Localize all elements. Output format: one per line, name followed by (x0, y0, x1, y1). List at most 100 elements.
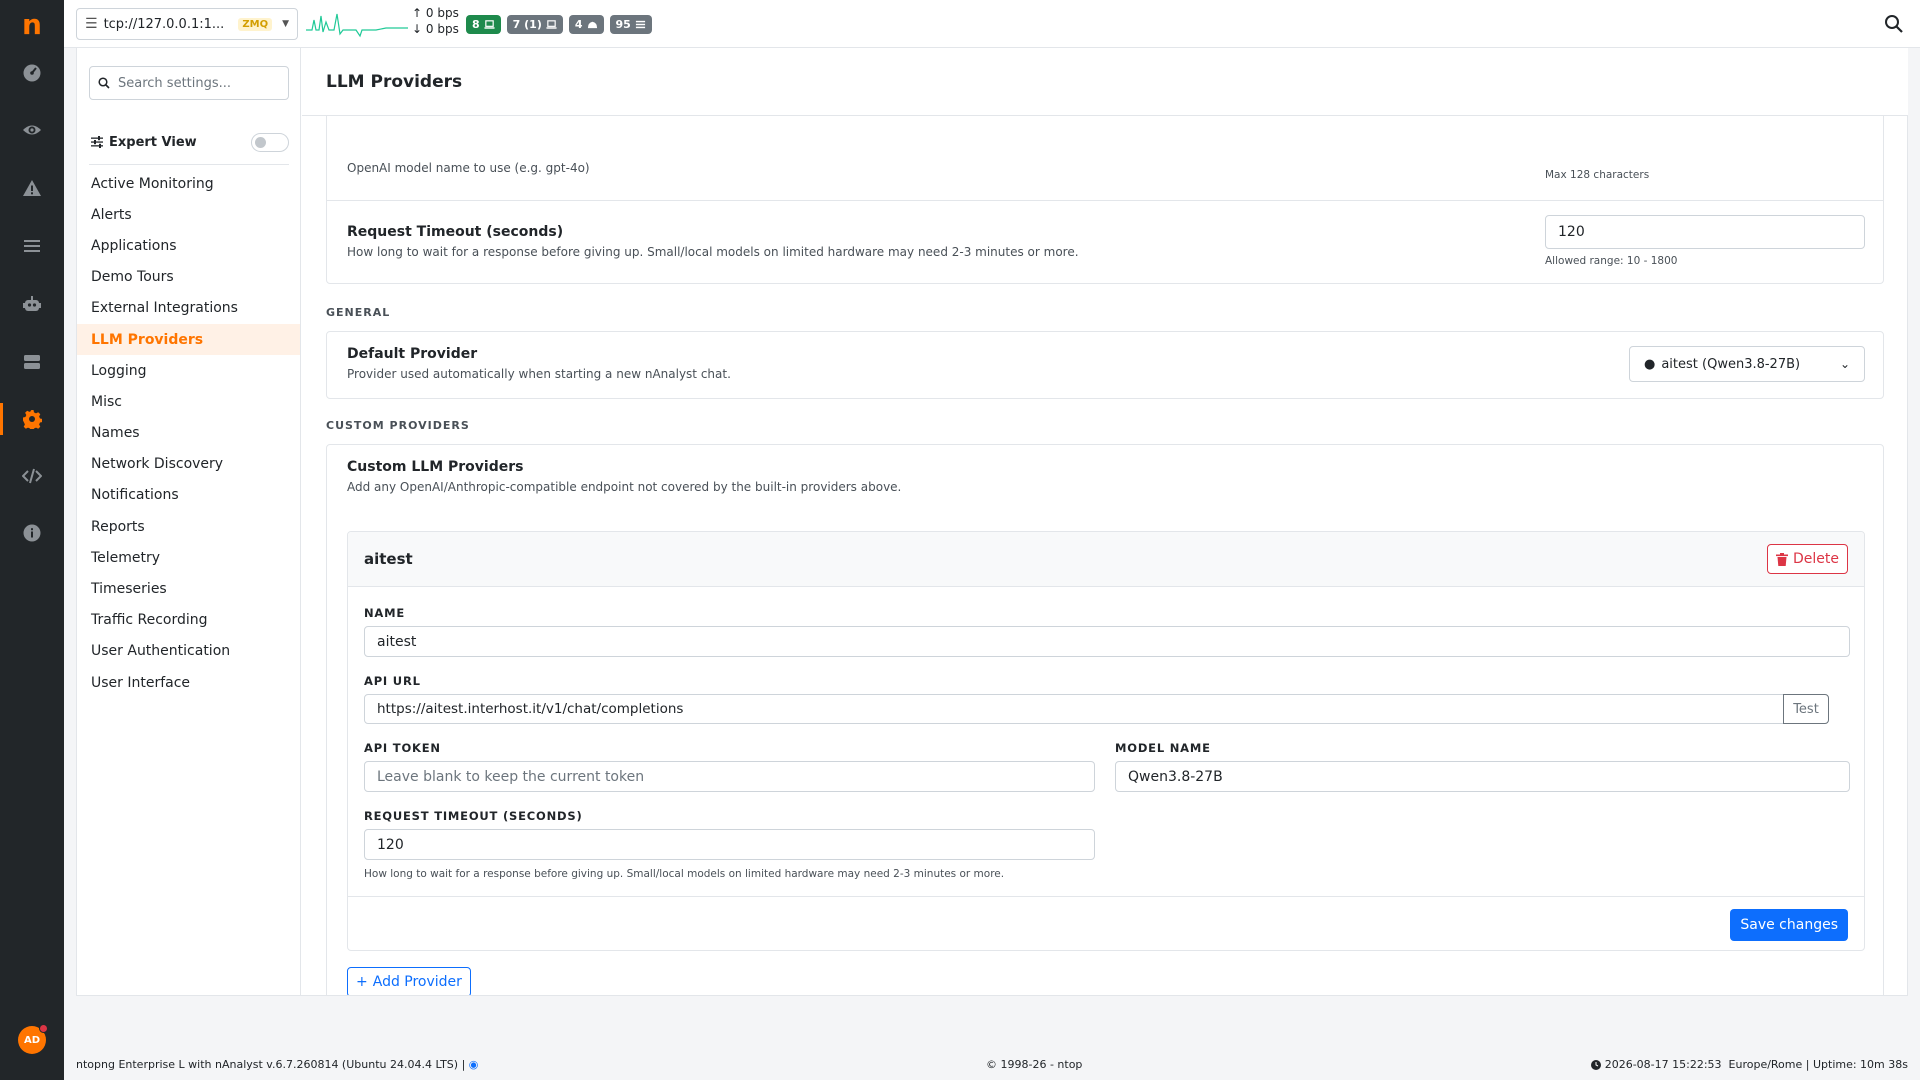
badge-count: 4 (574, 18, 583, 31)
info-icon[interactable] (0, 513, 64, 553)
add-provider-button[interactable]: + Add Provider (347, 967, 471, 995)
chevron-down-icon: ⌄ (1839, 357, 1850, 371)
nav-item-user-interface[interactable]: User Interface (77, 667, 300, 698)
trash-icon (1776, 552, 1788, 566)
default-provider-description: Provider used automatically when startin… (347, 367, 731, 381)
dashboard-icon[interactable] (0, 53, 64, 93)
host-badges: 8 7 (1) 4 95 (466, 15, 652, 34)
provider-card-aitest: aitest Delete NAME aitest API URL https:… (347, 531, 1865, 951)
local-hosts-badge[interactable]: 8 (466, 15, 501, 34)
devices-badge[interactable]: 4 (568, 15, 604, 34)
expert-view-toggle[interactable] (251, 133, 289, 152)
menu-icon: ☰ (85, 16, 98, 32)
ntop-logo[interactable]: n (0, 8, 64, 41)
laptop-icon (484, 20, 495, 29)
nav-item-logging[interactable]: Logging (77, 355, 300, 386)
search-icon[interactable] (1884, 14, 1904, 34)
api-url-input[interactable]: https://aitest.interhost.it/v1/chat/comp… (364, 694, 1784, 724)
download-arrow-icon: ↓ (412, 22, 423, 36)
gear-icon[interactable] (0, 399, 64, 439)
api-token-input[interactable]: Leave blank to keep the current token (364, 761, 1095, 792)
list-icon[interactable] (0, 226, 64, 266)
cloud-icon (587, 21, 597, 29)
default-provider-title: Default Provider (347, 346, 478, 362)
expert-view-row: Expert View (91, 132, 289, 152)
flows-badge[interactable]: 95 (609, 15, 652, 34)
badge-count: 8 (472, 18, 480, 31)
model-name-input[interactable]: Qwen3.8-27B (1115, 761, 1850, 792)
badge-count: 7 (1) (512, 18, 542, 31)
interface-type-badge: ZMQ (238, 17, 273, 31)
api-url-field-label: API URL (364, 674, 421, 688)
nav-item-telemetry[interactable]: Telemetry (77, 542, 300, 573)
robot-icon: ● (1644, 356, 1656, 372)
eye-icon[interactable] (0, 110, 64, 150)
provider-timeout-input[interactable]: 120 (364, 829, 1095, 860)
nav-item-llm-providers[interactable]: LLM Providers (77, 323, 300, 356)
divider (89, 164, 289, 165)
nav-item-applications[interactable]: Applications (77, 230, 300, 261)
timeout-row-title: Request Timeout (seconds) (347, 224, 564, 240)
user-avatar[interactable]: AD (18, 1024, 48, 1054)
provider-timeout-hint: How long to wait for a response before g… (364, 868, 1005, 880)
nav-item-user-authentication[interactable]: User Authentication (77, 636, 300, 667)
divider (327, 200, 1883, 201)
remote-hosts-badge[interactable]: 7 (1) (506, 15, 563, 34)
save-changes-button[interactable]: Save changes (1730, 909, 1848, 941)
nav-item-names[interactable]: Names (77, 418, 300, 449)
search-icon (98, 77, 110, 89)
footer-version: ntopng Enterprise L with nAnalyst v.6.7.… (76, 1058, 478, 1071)
provider-name-input[interactable]: aitest (364, 626, 1850, 657)
nav-item-timeseries[interactable]: Timeseries (77, 573, 300, 604)
list-icon (635, 20, 645, 29)
nav-item-reports[interactable]: Reports (77, 511, 300, 542)
request-timeout-input[interactable]: 120 (1545, 215, 1865, 249)
version-text: ntopng Enterprise L with nAnalyst v.6.7.… (76, 1058, 466, 1071)
default-provider-select[interactable]: ● aitest (Qwen3.8-27B) ⌄ (1629, 346, 1865, 382)
alert-icon[interactable] (0, 168, 64, 208)
github-icon[interactable]: ◉ (469, 1058, 479, 1071)
clock-icon (1590, 1059, 1601, 1070)
nav-item-notifications[interactable]: Notifications (77, 480, 300, 511)
test-connection-button[interactable]: Test (1783, 694, 1829, 724)
selected-provider: aitest (Qwen3.8-27B) (1661, 356, 1801, 372)
delete-provider-button[interactable]: Delete (1767, 544, 1848, 574)
nav-item-misc[interactable]: Misc (77, 386, 300, 417)
nav-item-traffic-recording[interactable]: Traffic Recording (77, 605, 300, 636)
settings-nav: Search settings... Expert View Active Mo… (77, 48, 301, 995)
nav-item-demo-tours[interactable]: Demo Tours (77, 262, 300, 293)
interface-selector[interactable]: ☰ tcp://127.0.0.1:1... ZMQ ▼ (76, 8, 298, 40)
expert-view-label: Expert View (109, 134, 197, 150)
upload-rate: 0 bps (425, 6, 459, 20)
general-section-label: GENERAL (326, 306, 391, 319)
nav-item-alerts[interactable]: Alerts (77, 199, 300, 230)
notification-dot (39, 1024, 48, 1033)
nav-item-network-discovery[interactable]: Network Discovery (77, 449, 300, 480)
nav-item-external-integrations[interactable]: External Integrations (77, 293, 300, 324)
settings-nav-list: Active Monitoring Alerts Applications De… (77, 168, 300, 698)
settings-panel: Search settings... Expert View Active Mo… (76, 48, 1908, 996)
nav-item-active-monitoring[interactable]: Active Monitoring (77, 168, 300, 199)
laptop-icon (546, 20, 557, 29)
robot-icon[interactable] (0, 284, 64, 324)
server-icon[interactable] (0, 342, 64, 382)
request-timeout-field-label: REQUEST TIMEOUT (SECONDS) (364, 809, 583, 823)
content-header: LLM Providers (302, 48, 1908, 116)
code-icon[interactable] (0, 456, 64, 496)
add-provider-label: Add Provider (372, 974, 462, 990)
interface-name: tcp://127.0.0.1:1... (103, 16, 225, 32)
provider-card-header: aitest Delete (348, 532, 1864, 587)
sliders-icon (91, 136, 103, 148)
footer-copyright: © 1998-26 - ntop (986, 1058, 1083, 1071)
model-row-hint: Max 128 characters (1545, 169, 1650, 181)
api-token-field-label: API TOKEN (364, 741, 441, 755)
model-row-description: OpenAI model name to use (e.g. gpt-4o) (347, 161, 590, 175)
top-bar: ☰ tcp://127.0.0.1:1... ZMQ ▼ ↑ 0 bps ↓ 0… (64, 0, 1920, 48)
provider-card-footer: Save changes (348, 896, 1864, 951)
settings-search-input[interactable]: Search settings... (89, 66, 289, 100)
page-title: LLM Providers (326, 72, 463, 92)
delete-label: Delete (1793, 551, 1839, 567)
custom-providers-title: Custom LLM Providers (347, 459, 524, 475)
custom-providers-section-label: CUSTOM PROVIDERS (326, 419, 470, 432)
page-footer: ntopng Enterprise L with nAnalyst v.6.7.… (76, 1056, 1908, 1074)
